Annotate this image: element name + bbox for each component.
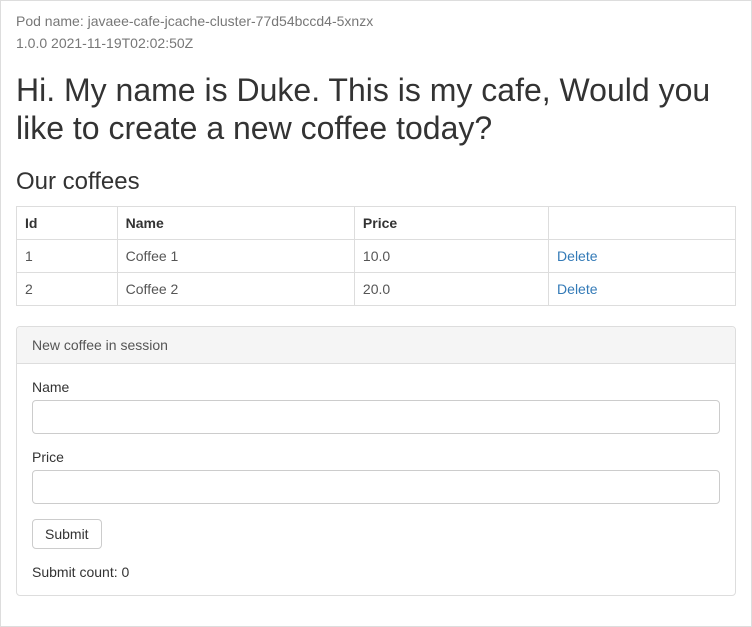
header-action — [549, 206, 736, 239]
price-label: Price — [32, 449, 720, 465]
header-id: Id — [17, 206, 118, 239]
new-coffee-panel: New coffee in session Name Price Submit … — [16, 326, 736, 596]
name-label: Name — [32, 379, 720, 395]
price-input[interactable] — [32, 470, 720, 504]
submit-count-label: Submit count: — [32, 564, 122, 580]
submit-count-value: 0 — [122, 564, 130, 580]
cell-price: 20.0 — [354, 272, 548, 305]
cell-id: 2 — [17, 272, 118, 305]
delete-link[interactable]: Delete — [557, 248, 597, 264]
name-input[interactable] — [32, 400, 720, 434]
cell-price: 10.0 — [354, 239, 548, 272]
pod-name-label: Pod name: — [16, 13, 88, 29]
submit-button[interactable]: Submit — [32, 519, 102, 549]
page-heading: Hi. My name is Duke. This is my cafe, Wo… — [16, 71, 736, 148]
build-info: 1.0.0 2021-11-19T02:02:50Z — [16, 35, 736, 51]
header-price: Price — [354, 206, 548, 239]
page-container: Pod name: javaee-cafe-jcache-cluster-77d… — [0, 0, 752, 627]
coffees-table: Id Name Price 1 Coffee 1 10.0 Delete 2 C… — [16, 206, 736, 306]
cell-name: Coffee 1 — [117, 239, 354, 272]
submit-count-line: Submit count: 0 — [32, 564, 720, 580]
delete-link[interactable]: Delete — [557, 281, 597, 297]
pod-name-value: javaee-cafe-jcache-cluster-77d54bccd4-5x… — [88, 13, 374, 29]
cell-action: Delete — [549, 272, 736, 305]
name-form-group: Name — [32, 379, 720, 434]
panel-heading: New coffee in session — [17, 327, 735, 364]
cell-id: 1 — [17, 239, 118, 272]
pod-name-line: Pod name: javaee-cafe-jcache-cluster-77d… — [16, 13, 736, 29]
our-coffees-heading: Our coffees — [16, 168, 736, 196]
table-header-row: Id Name Price — [17, 206, 736, 239]
price-form-group: Price — [32, 449, 720, 504]
cell-action: Delete — [549, 239, 736, 272]
cell-name: Coffee 2 — [117, 272, 354, 305]
panel-body: Name Price Submit Submit count: 0 — [17, 364, 735, 595]
table-row: 2 Coffee 2 20.0 Delete — [17, 272, 736, 305]
header-name: Name — [117, 206, 354, 239]
table-row: 1 Coffee 1 10.0 Delete — [17, 239, 736, 272]
